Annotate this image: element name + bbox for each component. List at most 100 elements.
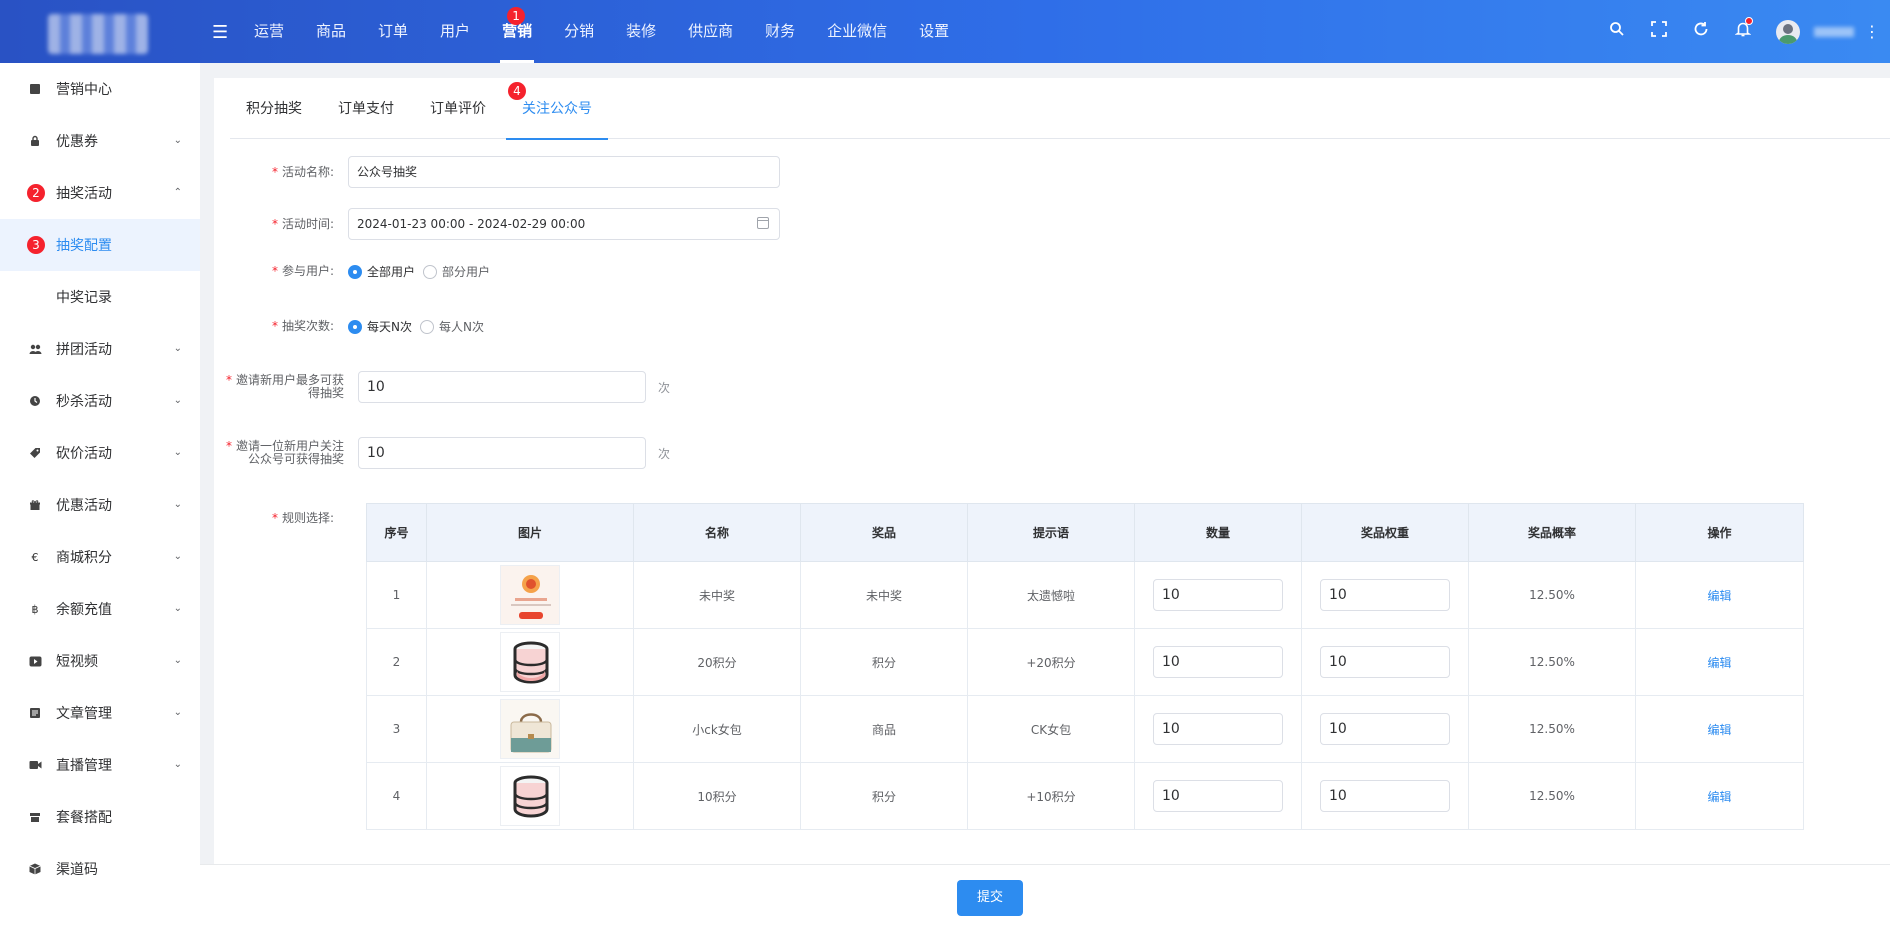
row-image-cell bbox=[426, 561, 634, 629]
quantity-input[interactable]: 10 bbox=[1153, 646, 1283, 678]
sidebar-item-lottery-config[interactable]: 3 抽奖配置 bbox=[0, 219, 200, 271]
sidebar-item-label: 抽奖配置 bbox=[56, 238, 112, 254]
edit-link[interactable]: 编辑 bbox=[1707, 589, 1731, 603]
handbag-image bbox=[500, 699, 560, 759]
tag-icon bbox=[28, 446, 42, 460]
sidebar-item-winning-records[interactable]: 中奖记录 bbox=[0, 271, 200, 323]
row-action-cell: 编辑 bbox=[1635, 628, 1804, 696]
chevron-down-icon: ⌄ bbox=[173, 395, 182, 406]
top-nav: 运营 商品 订单 用户 1 营销 分销 装修 供应商 财务 企业微信 设置 bbox=[238, 0, 965, 63]
tab-points-lottery[interactable]: 积分抽奖 bbox=[230, 78, 318, 139]
nav-item-operation[interactable]: 运营 bbox=[238, 0, 300, 63]
sidebar-item-live[interactable]: 直播管理 ⌄ bbox=[0, 739, 200, 791]
radio-daily-n[interactable]: 每天N次 bbox=[348, 318, 412, 335]
video-icon bbox=[28, 654, 42, 668]
weight-input[interactable]: 10 bbox=[1320, 579, 1450, 611]
tab-order-payment[interactable]: 订单支付 bbox=[322, 78, 410, 139]
nav-item-marketing[interactable]: 1 营销 bbox=[486, 0, 548, 63]
bell-icon[interactable] bbox=[1722, 17, 1764, 42]
nav-label: 用户 bbox=[440, 22, 471, 40]
activity-name-input[interactable]: 公众号抽奖 bbox=[348, 156, 780, 188]
points-coin-image bbox=[500, 632, 560, 692]
search-icon[interactable] bbox=[1596, 21, 1638, 42]
form-row-rules: * 规则选择: bbox=[214, 512, 348, 525]
fullscreen-icon[interactable] bbox=[1638, 21, 1680, 42]
tab-bar: 积分抽奖 订单支付 订单评价 4 关注公众号 bbox=[230, 78, 1890, 140]
nav-label: 分销 bbox=[564, 22, 595, 40]
sidebar-item-packages[interactable]: 套餐搭配 bbox=[0, 791, 200, 843]
nav-item-settings[interactable]: 设置 bbox=[903, 0, 965, 63]
weight-input[interactable]: 10 bbox=[1320, 713, 1450, 745]
invite-max-input[interactable]: 10 bbox=[358, 371, 646, 403]
row-action-cell: 编辑 bbox=[1635, 695, 1804, 763]
quantity-input[interactable]: 10 bbox=[1153, 780, 1283, 812]
weight-input[interactable]: 10 bbox=[1320, 780, 1450, 812]
sidebar-item-bargain[interactable]: 砍价活动 ⌄ bbox=[0, 427, 200, 479]
column-header: 奖品权重 bbox=[1301, 503, 1469, 562]
nav-item-wecom[interactable]: 企业微信 bbox=[811, 0, 903, 63]
sidebar-item-short-video[interactable]: 短视频 ⌄ bbox=[0, 635, 200, 687]
logo[interactable] bbox=[0, 0, 200, 63]
avatar[interactable] bbox=[1776, 19, 1800, 44]
form-label: * 抽奖次数: bbox=[271, 319, 334, 333]
form-label: * 邀请新用户最多可获 得抽奖 bbox=[225, 373, 344, 400]
row-quantity-cell: 10 bbox=[1134, 561, 1302, 629]
quantity-input[interactable]: 10 bbox=[1153, 713, 1283, 745]
nav-item-distribution[interactable]: 分销 bbox=[548, 0, 610, 63]
row-prize: 商品 bbox=[800, 695, 968, 763]
required-mark: * bbox=[271, 264, 278, 278]
chevron-up-icon: ⌃ bbox=[173, 187, 182, 198]
weight-input[interactable]: 10 bbox=[1320, 646, 1450, 678]
radio-some-users[interactable]: 部分用户 bbox=[423, 263, 490, 280]
qrcode-icon bbox=[28, 862, 42, 876]
nav-item-orders[interactable]: 订单 bbox=[362, 0, 424, 63]
invite-follow-input[interactable]: 10 bbox=[358, 437, 646, 469]
radio-dot bbox=[348, 264, 362, 279]
column-header: 奖品概率 bbox=[1468, 503, 1636, 562]
sidebar-item-channel-code[interactable]: 渠道码 bbox=[0, 843, 200, 895]
tab-order-review[interactable]: 订单评价 bbox=[414, 78, 502, 139]
sidebar-item-balance-recharge[interactable]: ฿ 余额充值 ⌄ bbox=[0, 583, 200, 635]
activity-time-picker[interactable]: 2024-01-23 00:00 - 2024-02-29 00:00 bbox=[348, 208, 780, 240]
sidebar-item-label: 套餐搭配 bbox=[56, 810, 112, 826]
column-header: 奖品 bbox=[800, 503, 968, 562]
submit-button[interactable]: 提交 bbox=[957, 880, 1023, 916]
nav-item-products[interactable]: 商品 bbox=[300, 0, 362, 63]
sidebar-item-mall-points[interactable]: € 商城积分 ⌄ bbox=[0, 531, 200, 583]
radio-all-users[interactable]: 全部用户 bbox=[348, 263, 415, 280]
edit-link[interactable]: 编辑 bbox=[1707, 723, 1731, 737]
nav-item-decoration[interactable]: 装修 bbox=[610, 0, 672, 63]
row-weight-cell: 10 bbox=[1301, 561, 1469, 629]
tab-follow-official-account[interactable]: 4 关注公众号 bbox=[506, 78, 608, 140]
sidebar-item-articles[interactable]: 文章管理 ⌄ bbox=[0, 687, 200, 739]
username[interactable] bbox=[1814, 26, 1854, 37]
sidebar-item-marketing-center[interactable]: 营销中心 bbox=[0, 63, 200, 115]
chevron-down-icon: ⌄ bbox=[173, 447, 182, 458]
row-tip: 太遗憾啦 bbox=[967, 561, 1135, 629]
tab-label: 订单评价 bbox=[430, 101, 486, 117]
refresh-icon[interactable] bbox=[1680, 21, 1722, 42]
nav-item-users[interactable]: 用户 bbox=[424, 0, 486, 63]
edit-link[interactable]: 编辑 bbox=[1707, 790, 1731, 804]
sidebar-item-label: 文章管理 bbox=[56, 706, 112, 722]
sidebar-item-coupons[interactable]: 优惠券 ⌄ bbox=[0, 115, 200, 167]
sidebar-item-promotions[interactable]: 优惠活动 ⌄ bbox=[0, 479, 200, 531]
required-mark: * bbox=[271, 216, 278, 231]
form-label: * 活动名称: bbox=[271, 164, 334, 179]
menu-fold-icon[interactable]: ☰ bbox=[212, 22, 228, 43]
more-icon[interactable]: ⋮ bbox=[1854, 22, 1890, 41]
nav-item-supplier[interactable]: 供应商 bbox=[672, 0, 749, 63]
row-probability: 12.50% bbox=[1468, 695, 1636, 763]
edit-link[interactable]: 编辑 bbox=[1707, 656, 1731, 670]
article-icon bbox=[28, 706, 42, 720]
sidebar-item-flash-sale[interactable]: 秒杀活动 ⌄ bbox=[0, 375, 200, 427]
row-tip: CK女包 bbox=[967, 695, 1135, 763]
header-tools: ⋮ bbox=[1596, 0, 1890, 63]
sidebar-item-lottery[interactable]: 2 抽奖活动 ⌃ bbox=[0, 167, 200, 219]
quantity-input[interactable]: 10 bbox=[1153, 579, 1283, 611]
form-row-invite-max: * 邀请新用户最多可获 得抽奖 10 次 bbox=[214, 371, 670, 403]
nav-item-finance[interactable]: 财务 bbox=[749, 0, 811, 63]
sidebar-item-group-buy[interactable]: 拼团活动 ⌄ bbox=[0, 323, 200, 375]
required-mark: * bbox=[271, 319, 278, 333]
radio-per-person-n[interactable]: 每人N次 bbox=[419, 318, 484, 335]
